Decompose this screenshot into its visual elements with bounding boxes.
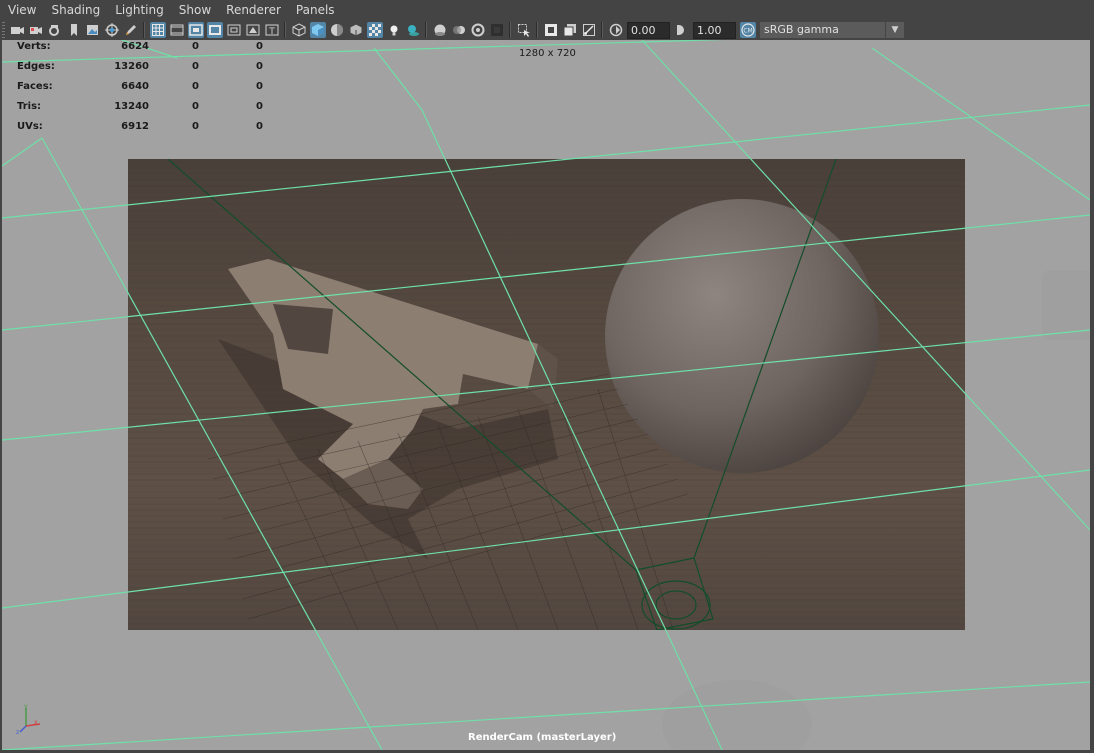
depth-of-field-icon[interactable] <box>489 22 505 38</box>
stat-label: Faces: <box>17 81 53 92</box>
stat-faces: Faces: 6640 0 0 <box>17 80 277 100</box>
menu-bar: View Shading Lighting Show Renderer Pane… <box>0 0 1094 20</box>
menu-show[interactable]: Show <box>171 0 218 20</box>
menu-renderer[interactable]: Renderer <box>218 0 288 20</box>
panel-toolbar: T 0.00 1.00 CM sRGB gamma ▼ <box>0 20 1094 40</box>
grease-pencil-icon[interactable] <box>123 22 139 38</box>
stat-value: 0 <box>192 81 199 92</box>
screen-space-ao-icon[interactable] <box>432 22 448 38</box>
exposure-field[interactable]: 0.00 <box>627 21 670 39</box>
color-space-dropdown[interactable]: sRGB gamma ▼ <box>760 22 904 38</box>
stat-value: 0 <box>256 41 263 52</box>
default-material-icon[interactable] <box>329 22 345 38</box>
stat-uvs: UVs: 6912 0 0 <box>17 120 277 140</box>
svg-text:T: T <box>268 27 275 37</box>
shadows-icon[interactable] <box>405 22 421 38</box>
smooth-shade-icon[interactable] <box>309 22 326 38</box>
color-management-icon[interactable]: CM <box>739 22 756 38</box>
wireframe-icon[interactable] <box>291 22 307 38</box>
toolbar-separator <box>143 22 145 38</box>
stat-value: 0 <box>192 61 199 72</box>
bookmarks-icon[interactable] <box>66 22 82 38</box>
toolbar-separator <box>536 22 538 38</box>
2d-pan-zoom-icon[interactable] <box>104 22 120 38</box>
grid-icon[interactable] <box>149 22 166 38</box>
chevron-down-icon[interactable]: ▼ <box>885 22 904 38</box>
toolbar-separator <box>509 22 511 38</box>
menu-view[interactable]: View <box>0 0 43 20</box>
toolbar-grip[interactable] <box>2 22 5 38</box>
stat-value: 13260 <box>114 61 149 72</box>
stat-label: Edges: <box>17 61 55 72</box>
stat-value: 0 <box>256 81 263 92</box>
resolution-label: 1280 x 720 <box>519 48 576 59</box>
stat-value: 0 <box>192 121 199 132</box>
stat-value: 0 <box>256 101 263 112</box>
stat-value: 0 <box>192 101 199 112</box>
isolate-select-icon[interactable] <box>516 22 532 38</box>
select-camera-icon[interactable] <box>9 22 25 38</box>
stat-value: 0 <box>256 61 263 72</box>
exposure-icon[interactable] <box>608 22 624 38</box>
multisample-aa-icon[interactable] <box>470 22 486 38</box>
camera-name-label: RenderCam (masterLayer) <box>468 732 617 743</box>
xray-active-components-icon[interactable] <box>562 22 578 38</box>
stat-label: Tris: <box>17 101 42 112</box>
bookmark-camera-icon[interactable] <box>47 22 63 38</box>
view-axis-icon: x y z <box>16 703 41 736</box>
camera-attributes-icon[interactable] <box>28 22 44 38</box>
stat-value: 6912 <box>121 121 149 132</box>
field-chart-icon[interactable] <box>226 22 242 38</box>
gamma-field[interactable]: 1.00 <box>693 21 736 39</box>
color-space-value: sRGB gamma <box>764 23 839 36</box>
toolbar-separator <box>601 22 603 38</box>
image-plane-icon[interactable] <box>85 22 101 38</box>
stat-value: 6640 <box>121 81 149 92</box>
stat-value: 0 <box>256 121 263 132</box>
stat-value: 13240 <box>114 101 149 112</box>
stat-value: 0 <box>192 41 199 52</box>
stat-tris: Tris: 13240 0 0 <box>17 100 277 120</box>
stat-edges: Edges: 13260 0 0 <box>17 60 277 80</box>
safe-title-icon[interactable]: T <box>264 22 280 38</box>
menu-lighting[interactable]: Lighting <box>107 0 171 20</box>
toolbar-separator <box>284 22 286 38</box>
menu-shading[interactable]: Shading <box>43 0 107 20</box>
heads-up-poly-count: Verts: 6624 0 0 Edges: 13260 0 0 Faces: … <box>17 40 277 140</box>
stat-label: UVs: <box>17 121 43 132</box>
svg-text:z: z <box>16 729 19 736</box>
menu-panels[interactable]: Panels <box>288 0 342 20</box>
xray-icon[interactable] <box>543 22 559 38</box>
stat-value: 6624 <box>121 41 149 52</box>
svg-text:x: x <box>34 719 38 726</box>
use-all-lights-icon[interactable] <box>386 22 402 38</box>
motion-blur-icon[interactable] <box>451 22 467 38</box>
perspective-grid <box>2 40 1090 750</box>
gamma-icon[interactable] <box>674 22 690 38</box>
svg-text:y: y <box>24 703 28 710</box>
xray-joints-icon[interactable] <box>581 22 597 38</box>
safe-action-icon[interactable] <box>245 22 261 38</box>
stat-verts: Verts: 6624 0 0 <box>17 40 277 60</box>
film-gate-icon[interactable] <box>169 22 185 38</box>
svg-text:CM: CM <box>743 28 752 35</box>
textured-icon[interactable] <box>366 22 383 38</box>
wireframe-on-shaded-icon[interactable] <box>348 22 364 38</box>
resolution-gate-icon[interactable] <box>187 22 204 38</box>
toolbar-separator <box>425 22 427 38</box>
viewport-panel[interactable]: Verts: 6624 0 0 Edges: 13260 0 0 Faces: … <box>2 40 1090 750</box>
stat-label: Verts: <box>17 41 51 52</box>
gate-mask-icon[interactable] <box>206 22 223 38</box>
